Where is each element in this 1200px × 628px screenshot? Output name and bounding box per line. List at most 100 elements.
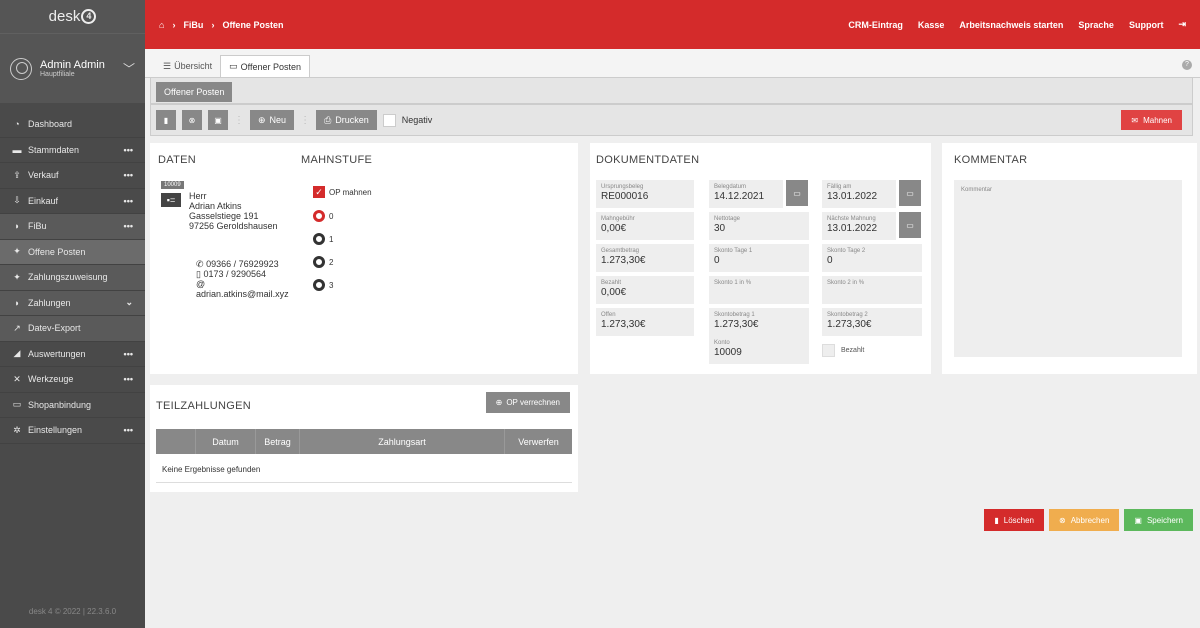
column-header-zahlungsart[interactable]: Zahlungsart (300, 429, 505, 454)
trash-icon: ▮ (994, 515, 999, 525)
field-value: 14.12.2021 (714, 191, 765, 202)
bezahlt-checkbox[interactable] (822, 344, 835, 357)
calendar-icon[interactable]: ▭ (899, 180, 921, 206)
delete-button[interactable]: ▮ Löschen (984, 509, 1044, 531)
mahngebuehr-field[interactable]: Mahngebühr 0,00€ (596, 212, 694, 240)
crm-entry-button[interactable]: CRM-Eintrag (848, 20, 903, 30)
contact-info: ✆ 09366 / 76929923 ▯ 0173 / 9290564 @ ad… (196, 259, 289, 299)
help-icon[interactable]: ? (1182, 60, 1192, 70)
column-header-betrag[interactable]: Betrag (256, 429, 300, 454)
save-icon[interactable]: ▣ (208, 110, 228, 130)
home-icon[interactable]: ⌂ (159, 20, 164, 30)
sidebar-item-datev-export[interactable]: ↗ Datev-Export (0, 316, 145, 342)
more-icon: ••• (123, 374, 133, 385)
tools-icon: ✕ (13, 373, 21, 384)
new-button[interactable]: ⊕ Neu (250, 110, 295, 130)
sidebar-item-werkzeuge[interactable]: ✕ Werkzeuge ••• (0, 367, 145, 393)
separator: ⋮ (234, 114, 244, 126)
skontobetrag-2-field[interactable]: Skontobetrag 2 1.273,30€ (822, 308, 922, 336)
field-value: 13.01.2022 (827, 191, 878, 202)
skonto-tage-1-field[interactable]: Skonto Tage 10 (709, 244, 809, 272)
op-verrechnen-label: OP verrechnen (506, 398, 560, 407)
mahnstufe-radio-3[interactable] (313, 279, 325, 291)
cancel-button[interactable]: ⊗ Abbrechen (1049, 509, 1120, 531)
calendar-icon[interactable]: ▭ (899, 212, 921, 238)
offener-posten-button[interactable]: Offener Posten (156, 82, 233, 102)
sidebar-item-stammdaten[interactable]: ▬ Stammdaten ••• (0, 138, 145, 163)
field-label: Gesamtbetrag (601, 248, 640, 254)
mahnen-button[interactable]: ✉ Mahnen (1121, 110, 1182, 130)
sidebar-item-einkauf[interactable]: ⇩ Einkauf ••• (0, 189, 145, 214)
mahnen-label: Mahnen (1143, 115, 1172, 125)
sidebar-item-auswertungen[interactable]: ◢ Auswertungen ••• (0, 342, 145, 367)
field-label: Offen (601, 312, 616, 318)
belegdatum-field[interactable]: Belegdatum 14.12.2021 (709, 180, 783, 208)
op-verrechnen-button[interactable]: ⊕ OP verrechnen (485, 392, 570, 413)
faellig-field[interactable]: Fällig am 13.01.2022 (822, 180, 896, 208)
tab-label: Übersicht (174, 61, 213, 71)
sidebar-item-dashboard[interactable]: ◔ Dashboard (0, 112, 145, 138)
cancel-icon[interactable]: ⊗ (182, 110, 202, 130)
more-icon: ••• (123, 170, 133, 181)
language-button[interactable]: Sprache (1078, 20, 1114, 30)
phone[interactable]: 09366 / 76929923 (206, 259, 279, 269)
ursprungsbeleg-field[interactable]: Ursprungsbeleg RE000016 (596, 180, 694, 208)
column-header-verwerfen[interactable]: Verwerfen (505, 429, 572, 454)
plus-icon: ⊕ (495, 398, 503, 407)
skonto-2-percent-field[interactable]: Skonto 2 in % (822, 276, 922, 304)
user-name: Admin Admin (40, 59, 105, 71)
chevron-down-icon[interactable]: ﹀ (123, 60, 135, 77)
skonto-1-percent-field[interactable]: Skonto 1 in % (709, 276, 809, 304)
offen-field[interactable]: Offen 1.273,30€ (596, 308, 694, 336)
op-mahnen-checkbox[interactable]: ✓ (313, 186, 325, 198)
more-icon: ••• (123, 144, 133, 155)
print-label: Drucken (335, 115, 369, 125)
start-worklog-button[interactable]: Arbeitsnachweis starten (959, 20, 1063, 30)
chart-icon: ◢ (13, 348, 21, 359)
field-value: 30 (714, 223, 726, 234)
customer-number[interactable]: 10009 (161, 181, 184, 189)
save-button[interactable]: ▣ Speichern (1124, 509, 1193, 531)
gesamtbetrag-field[interactable]: Gesamtbetrag 1.273,30€ (596, 244, 694, 272)
email[interactable]: adrian.atkins@mail.xyz (196, 289, 289, 299)
cash-register-button[interactable]: Kasse (918, 20, 945, 30)
skontobetrag-1-field[interactable]: Skontobetrag 1 1.273,30€ (709, 308, 809, 336)
chevron-down-icon: ⌄ (125, 297, 133, 308)
sidebar-item-fibu[interactable]: ◗ FiBu ••• (0, 214, 145, 240)
mahnstufe-radio-0[interactable] (313, 210, 325, 222)
nettotage-field[interactable]: Nettotage 30 (709, 212, 809, 240)
sidebar-item-zahlungen[interactable]: ◗ Zahlungen ⌄ (0, 290, 145, 316)
mahnstufe-radio-2[interactable] (313, 256, 325, 268)
tab-overview[interactable]: ☰ Übersicht (155, 55, 220, 77)
contact-card-icon: ▪= (161, 193, 181, 207)
sidebar-item-offene-posten[interactable]: ✦ Offene Posten (0, 239, 145, 265)
sidebar-item-label: FiBu (28, 221, 47, 232)
column-header-datum[interactable]: Datum (196, 429, 256, 454)
mail-icon: ✉ (1131, 115, 1139, 125)
konto-field[interactable]: Konto 10009 (709, 336, 809, 364)
mobile[interactable]: 0173 / 9290564 (203, 269, 266, 279)
breadcrumb-fibu[interactable]: FiBu (183, 20, 203, 30)
calendar-icon[interactable]: ▭ (786, 180, 808, 206)
sidebar-item-shopanbindung[interactable]: ▭ Shopanbindung (0, 393, 145, 418)
kommentar-textarea[interactable]: Kommentar (954, 180, 1182, 357)
negativ-checkbox[interactable] (382, 113, 396, 127)
tab-offener-posten[interactable]: ▭ Offener Posten (220, 55, 310, 77)
support-button[interactable]: Support (1129, 20, 1164, 30)
logout-icon[interactable]: ⇥ (1178, 19, 1186, 30)
sidebar-item-zahlungszuweisung[interactable]: ✦ Zahlungszuweisung (0, 265, 145, 291)
sidebar-item-einstellungen[interactable]: ✲ Einstellungen ••• (0, 418, 145, 444)
naechste-mahnung-field[interactable]: Nächste Mahnung 13.01.2022 (822, 212, 896, 240)
print-button[interactable]: ⎙ Drucken (316, 110, 377, 130)
bezahlt-checkbox-label: Bezahlt (841, 347, 865, 354)
trash-icon[interactable]: ▮ (156, 110, 176, 130)
sidebar-item-verkauf[interactable]: ⇪ Verkauf ••• (0, 163, 145, 189)
skonto-tage-2-field[interactable]: Skonto Tage 20 (822, 244, 922, 272)
logo[interactable]: desk 4 (0, 0, 145, 33)
mahnstufe-radio-1[interactable] (313, 233, 325, 245)
bezahlt-field[interactable]: Bezahlt 0,00€ (596, 276, 694, 304)
user-panel[interactable]: Admin Admin Hauptfiliale ﹀ (0, 33, 145, 103)
mahnstufe-label: 1 (329, 234, 334, 244)
form-buttons: ▮ Löschen ⊗ Abbrechen ▣ Speichern (984, 509, 1193, 531)
kommentar-title: KOMMENTAR (954, 154, 1028, 166)
